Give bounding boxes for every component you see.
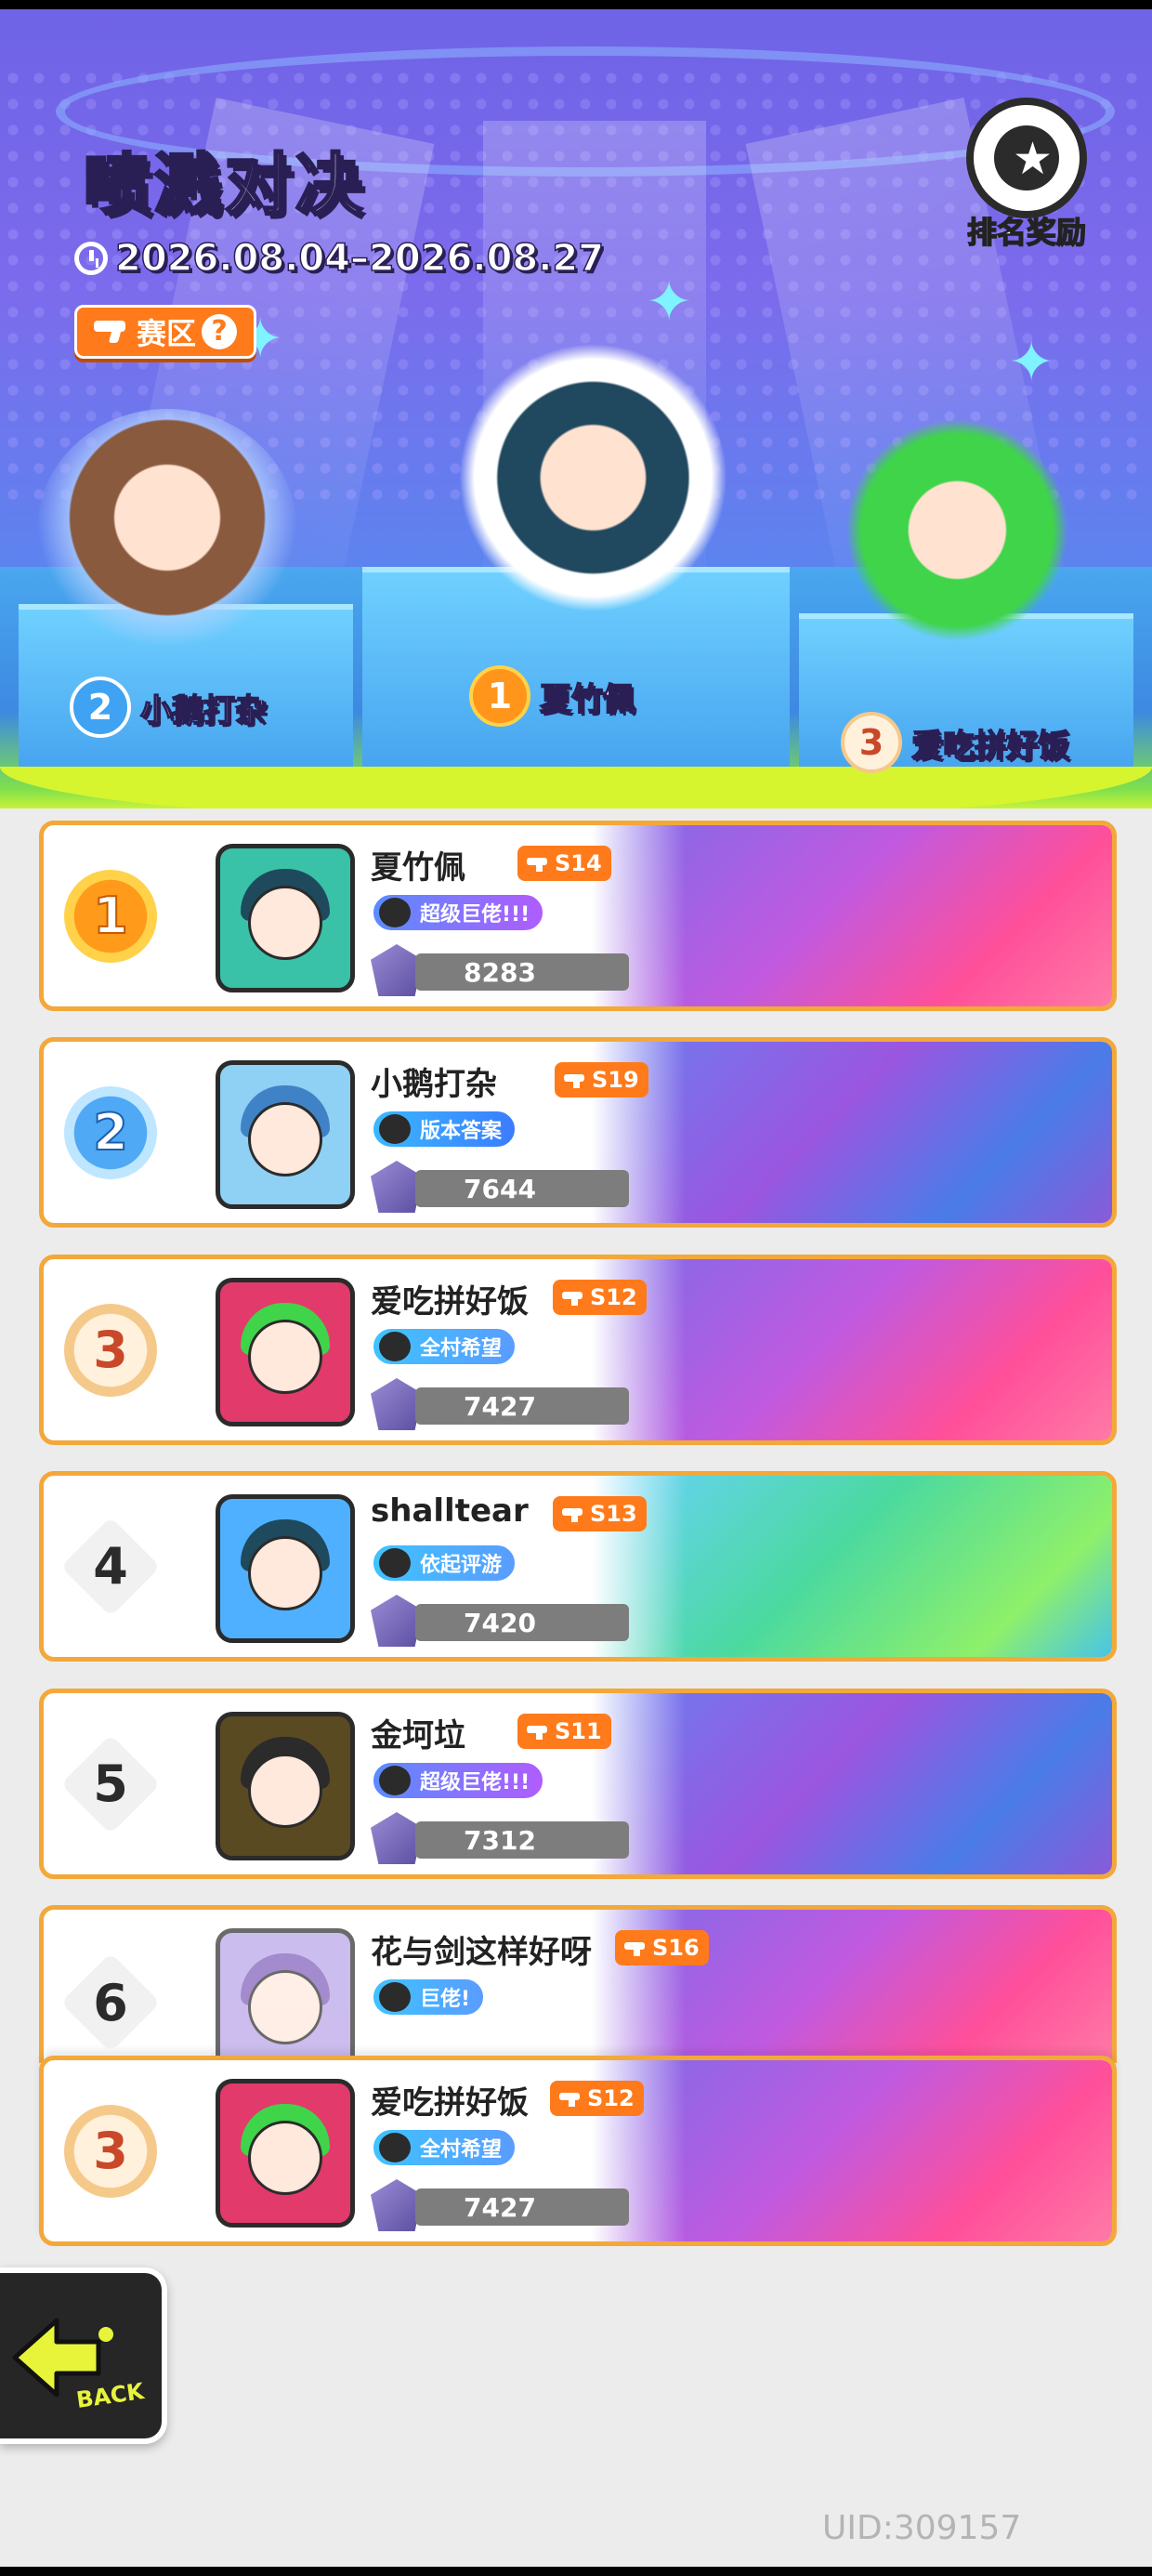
row-art [592, 1476, 1112, 1657]
podium-character-second[interactable] [37, 409, 297, 651]
season-badge: S14 [517, 846, 611, 881]
season-badge: S12 [550, 2081, 644, 2116]
podium-character-third[interactable] [827, 400, 1078, 651]
player-name: 爱吃拼好饭 [371, 1283, 529, 1321]
sparkle-icon: ✦ [1008, 330, 1055, 395]
avatar[interactable] [216, 844, 355, 992]
avatar[interactable] [216, 1712, 355, 1860]
avatar[interactable] [216, 1928, 355, 2063]
row-art [592, 1693, 1112, 1874]
podium-label-third: 3 爱吃拼好饭 [841, 712, 1070, 773]
player-name: 夏竹佩 [371, 849, 465, 887]
score-value: 7427 [415, 1387, 629, 1425]
player-name: 爱吃拼好饭 [371, 2084, 529, 2122]
rank-badge: 2 [70, 677, 131, 738]
score-value: 8283 [415, 953, 629, 991]
title-icon [379, 1332, 411, 1361]
title-badge: 巨佬! [371, 1977, 487, 2017]
rank-medal: 1 [64, 869, 157, 963]
water-gun-icon [624, 1940, 648, 1956]
leaderboard-row[interactable]: 5 金坷垃 S11 超级巨佬!!! 7312 [39, 1689, 1117, 1879]
avatar[interactable] [216, 1278, 355, 1426]
title-badge: 依起评游 [371, 1543, 518, 1584]
avatar[interactable] [216, 2079, 355, 2228]
leaderboard-row[interactable]: 4 shalltear S13 依起评游 7420 [39, 1471, 1117, 1662]
player-name: 小鹅打杂 [371, 1066, 497, 1103]
rank-medal: 3 [64, 1303, 157, 1397]
zone-button[interactable]: 赛区 ? [74, 305, 257, 359]
season-badge: S11 [517, 1714, 611, 1749]
title-icon [379, 1766, 411, 1795]
rank-medal: 2 [64, 1085, 157, 1179]
water-gun-icon [527, 856, 551, 872]
season-badge: S12 [553, 1280, 647, 1315]
rank-badge: 3 [841, 712, 902, 773]
water-gun-icon [94, 319, 131, 345]
podium-name: 爱吃拼好饭 [910, 727, 1070, 766]
date-text: 2026.08.04–2026.08.27 [114, 236, 605, 281]
title-icon [379, 898, 411, 927]
avatar[interactable] [216, 1494, 355, 1643]
water-gun-icon [564, 1072, 588, 1088]
rank-number: 4 [64, 1520, 157, 1613]
date-range: 2026.08.04–2026.08.27 [74, 236, 605, 281]
event-header: ✦ ✦ ✦ 喷溅对决 2026.08.04–2026.08.27 赛区 ? ★ … [0, 9, 1152, 808]
leaderboard-row[interactable]: 6 花与剑这样好呀 S16 巨佬! [39, 1905, 1117, 2063]
rank-medal: 3 [64, 2104, 157, 2198]
player-name: shalltear [371, 1492, 529, 1530]
score-value: 7644 [415, 1170, 629, 1207]
ranking-reward-button[interactable]: ★ 排名奖励 [952, 98, 1101, 252]
nav-bar [0, 2567, 1152, 2576]
leaderboard-row[interactable]: 1 夏竹佩 S14 超级巨佬!!! 8283 [39, 821, 1117, 1011]
trophy-icon: ★ [966, 98, 1087, 218]
score-value: 7312 [415, 1821, 629, 1859]
title-icon [379, 1114, 411, 1144]
water-gun-icon [559, 2091, 583, 2107]
score-value: 7420 [415, 1604, 629, 1641]
leaderboard-row[interactable]: 2 小鹅打杂 S19 版本答案 7644 [39, 1037, 1117, 1228]
row-art [592, 1042, 1112, 1223]
rank-number: 5 [64, 1738, 157, 1831]
row-art [592, 1259, 1112, 1440]
podium-label-first: 1 夏竹佩 [469, 665, 635, 727]
sparkle-icon: ✦ [646, 269, 693, 335]
help-icon[interactable]: ? [202, 314, 238, 349]
title-icon [379, 1548, 411, 1578]
title-badge: 全村希望 [371, 2127, 518, 2168]
back-button[interactable]: BACK [0, 2267, 167, 2444]
podium-label-second: 2 小鹅打杂 [70, 677, 268, 738]
title-icon [379, 2133, 411, 2162]
row-art [592, 2060, 1112, 2241]
rank-number: 6 [64, 1956, 157, 2049]
title-badge: 版本答案 [371, 1109, 518, 1150]
player-name: 金坷垃 [371, 1717, 465, 1755]
podium-character-first[interactable] [446, 344, 753, 623]
score-value: 7427 [415, 2188, 629, 2226]
title-icon [379, 1982, 411, 2012]
title-badge: 超级巨佬!!! [371, 1760, 546, 1801]
player-name: 花与剑这样好呀 [371, 1934, 592, 1971]
zone-label: 赛区 [137, 316, 197, 351]
title-highlight: 喷溅 [82, 145, 226, 226]
title-rest: 对决 [224, 145, 367, 226]
water-gun-icon [562, 1290, 586, 1306]
podium-name: 夏竹佩 [539, 680, 635, 719]
clock-icon [74, 242, 108, 275]
status-bar [0, 0, 1152, 9]
event-title: 喷溅对决 [82, 130, 367, 228]
user-id: UID:309157 [822, 2509, 1022, 2547]
season-badge: S19 [555, 1062, 648, 1097]
water-gun-icon [527, 1724, 551, 1740]
row-art [592, 825, 1112, 1006]
self-rank-row[interactable]: 3 爱吃拼好饭 S12 全村希望 7427 [39, 2056, 1117, 2246]
title-badge: 超级巨佬!!! [371, 892, 546, 933]
season-badge: S16 [615, 1930, 709, 1965]
season-badge: S13 [553, 1496, 647, 1531]
leaderboard-row[interactable]: 3 爱吃拼好饭 S12 全村希望 7427 [39, 1255, 1117, 1445]
title-badge: 全村希望 [371, 1326, 518, 1367]
rank-badge: 1 [469, 665, 530, 727]
water-gun-icon [562, 1506, 586, 1522]
avatar[interactable] [216, 1060, 355, 1209]
podium-name: 小鹅打杂 [139, 691, 268, 730]
